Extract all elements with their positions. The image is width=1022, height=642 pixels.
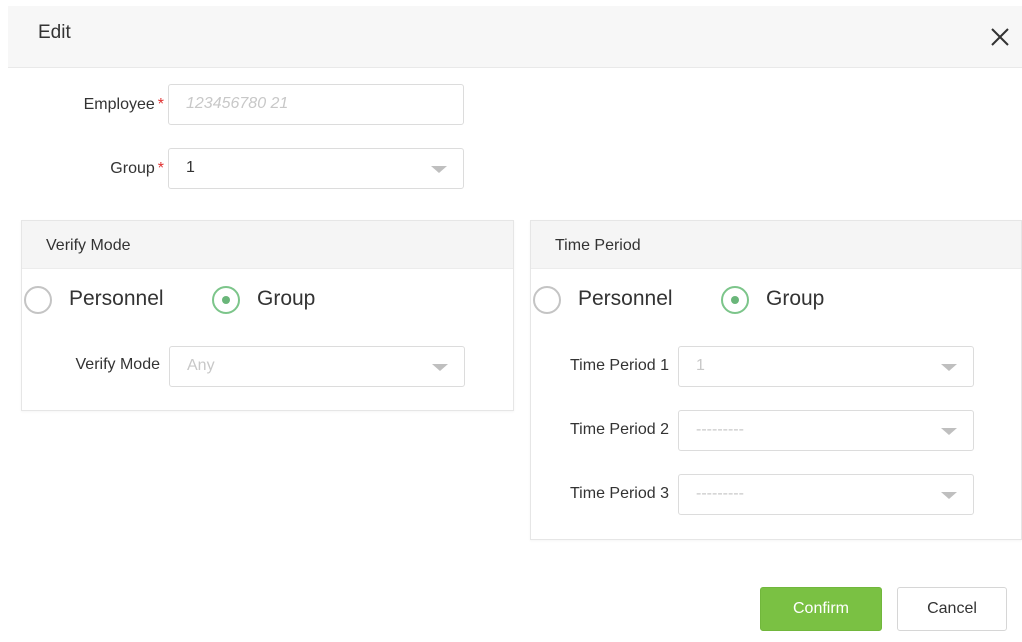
employee-field[interactable]: 123456780 21 <box>168 84 464 125</box>
group-label-text: Group <box>110 160 155 177</box>
employee-placeholder: 123456780 21 <box>186 95 289 112</box>
chevron-down-icon <box>431 166 447 173</box>
employee-label-text: Employee <box>83 96 155 113</box>
chevron-down-icon <box>432 364 448 371</box>
verify-mode-select-label: Verify Mode <box>75 356 160 373</box>
time-period-panel-title: Time Period <box>555 237 641 254</box>
time-period-panel-header: Time Period <box>531 221 1021 269</box>
dialog-header <box>8 6 1022 68</box>
time-period-group-label: Group <box>766 287 825 310</box>
verify-mode-panel-header: Verify Mode <box>22 221 513 269</box>
chevron-down-icon <box>941 364 957 371</box>
time-period-1-value: 1 <box>696 357 705 374</box>
verify-mode-personnel-label: Personnel <box>69 287 164 310</box>
radio-selected-dot <box>731 296 739 304</box>
chevron-down-icon <box>941 492 957 499</box>
time-period-2-label: Time Period 2 <box>570 421 669 438</box>
employee-label: Employee * <box>40 96 164 114</box>
time-period-1-select[interactable]: 1 <box>678 346 974 387</box>
verify-mode-panel-title: Verify Mode <box>46 237 131 254</box>
group-select-value: 1 <box>186 159 195 176</box>
chevron-down-icon <box>941 428 957 435</box>
time-period-3-value: --------- <box>696 485 744 502</box>
verify-mode-personnel-radio[interactable] <box>24 286 52 314</box>
close-icon[interactable] <box>985 22 1015 52</box>
group-select[interactable]: 1 <box>168 148 464 189</box>
time-period-2-select[interactable]: --------- <box>678 410 974 451</box>
time-period-3-select[interactable]: --------- <box>678 474 974 515</box>
time-period-2-value: --------- <box>696 421 744 438</box>
required-mark: * <box>157 96 164 113</box>
required-mark: * <box>157 160 164 177</box>
confirm-button[interactable]: Confirm <box>760 587 882 631</box>
time-period-personnel-label: Personnel <box>578 287 673 310</box>
verify-mode-select-value: Any <box>187 357 215 374</box>
verify-mode-group-label: Group <box>257 287 316 310</box>
radio-selected-dot <box>222 296 230 304</box>
group-label: Group * <box>40 160 164 178</box>
cancel-button[interactable]: Cancel <box>897 587 1007 631</box>
dialog-title: Edit <box>38 22 71 43</box>
verify-mode-select[interactable]: Any <box>169 346 465 387</box>
time-period-personnel-radio[interactable] <box>533 286 561 314</box>
time-period-1-label: Time Period 1 <box>570 357 669 374</box>
time-period-3-label: Time Period 3 <box>570 485 669 502</box>
